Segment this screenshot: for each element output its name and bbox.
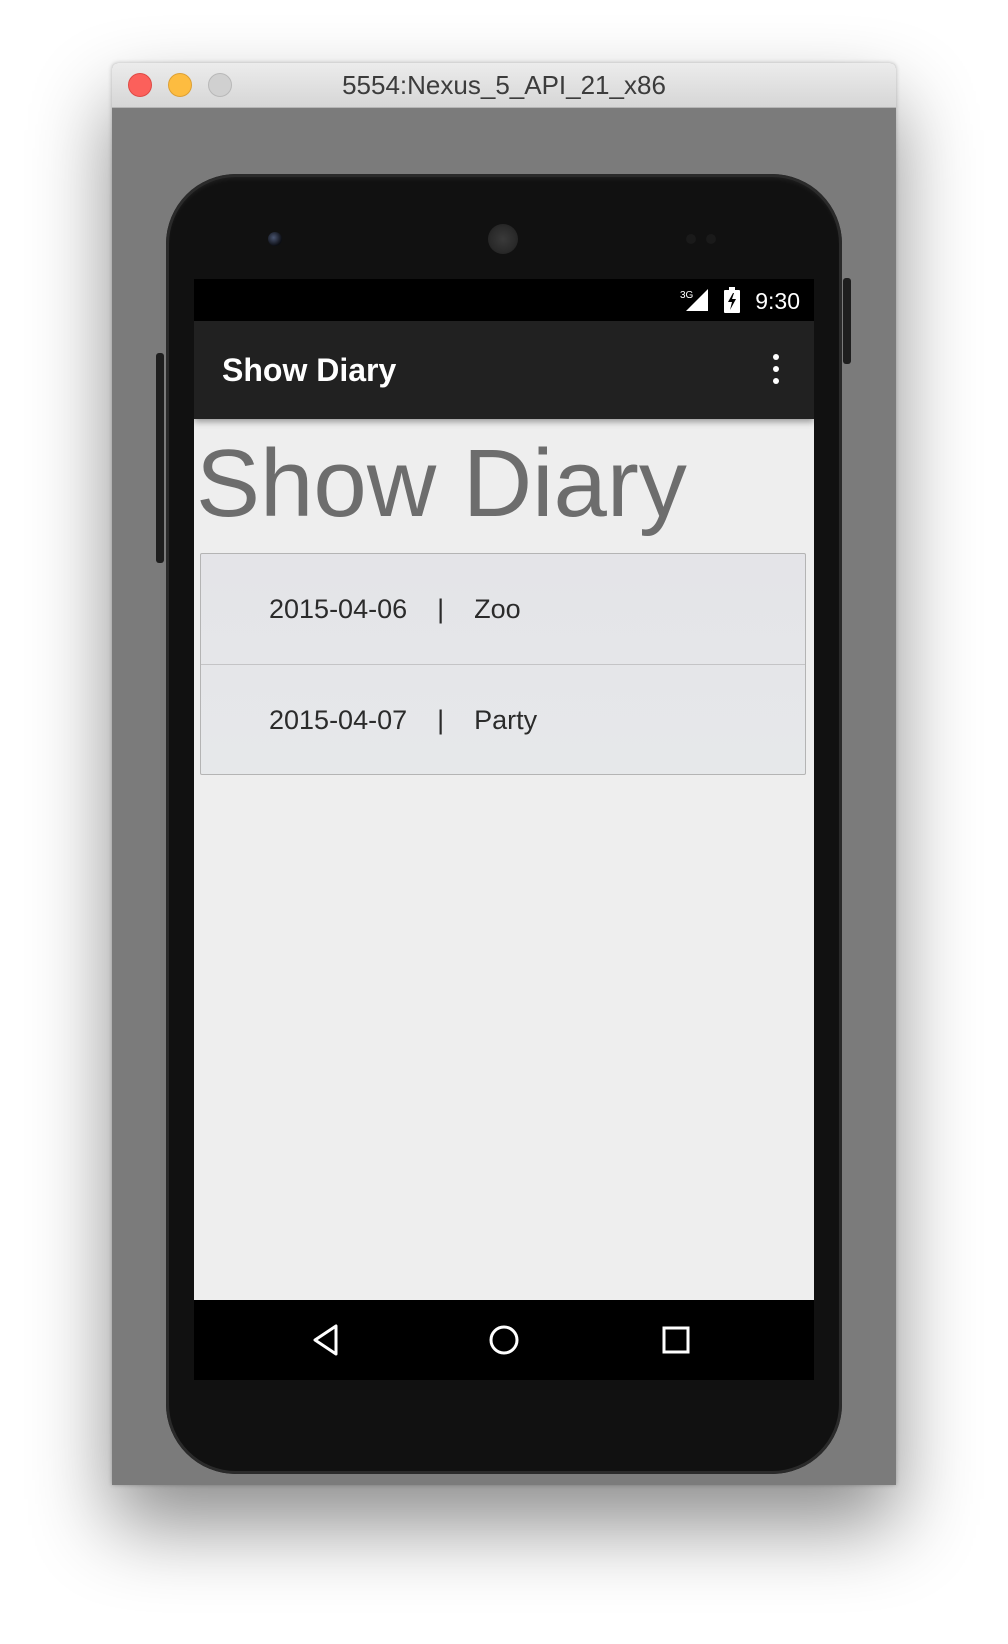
volume-button[interactable] xyxy=(156,353,164,563)
phone-frame: 3G 9:30 Show Diary Show Diary 2015-04-06… xyxy=(166,174,842,1474)
signal-icon: 3G xyxy=(680,289,708,311)
emulator-area: 3G 9:30 Show Diary Show Diary 2015-04-06… xyxy=(112,108,896,1485)
window-titlebar[interactable]: 5554:Nexus_5_API_21_x86 xyxy=(112,63,896,108)
page-heading: Show Diary xyxy=(196,430,687,537)
network-type-label: 3G xyxy=(680,290,694,301)
diary-list: 2015-04-06 | Zoo 2015-04-07 | Party xyxy=(200,553,806,775)
diary-entry-row[interactable]: 2015-04-07 | Party xyxy=(201,664,805,774)
status-bar: 3G 9:30 xyxy=(194,279,814,321)
light-sensor-icon xyxy=(706,234,716,244)
phone-screen: 3G 9:30 Show Diary Show Diary 2015-04-06… xyxy=(194,279,814,1380)
overflow-menu-icon[interactable] xyxy=(752,346,800,394)
app-bar-title: Show Diary xyxy=(222,352,397,388)
emulator-window: 5554:Nexus_5_API_21_x86 3G 9:30 Show Dia… xyxy=(112,63,896,1485)
status-time: 9:30 xyxy=(755,288,800,314)
back-icon[interactable] xyxy=(302,1316,350,1364)
content-area: Show Diary 2015-04-06 | Zoo 2015-04-07 |… xyxy=(194,419,814,1300)
navigation-bar xyxy=(194,1300,814,1380)
diary-entry-row[interactable]: 2015-04-06 | Zoo xyxy=(201,554,805,664)
window-title: 5554:Nexus_5_API_21_x86 xyxy=(342,70,666,100)
battery-charging-icon xyxy=(724,287,740,313)
speaker-grille-icon xyxy=(488,224,518,254)
power-button[interactable] xyxy=(843,278,851,364)
front-camera-icon xyxy=(268,232,282,246)
recents-icon[interactable] xyxy=(652,1316,700,1364)
app-bar: Show Diary xyxy=(194,321,814,419)
home-icon[interactable] xyxy=(480,1316,528,1364)
proximity-sensor-icon xyxy=(686,234,696,244)
